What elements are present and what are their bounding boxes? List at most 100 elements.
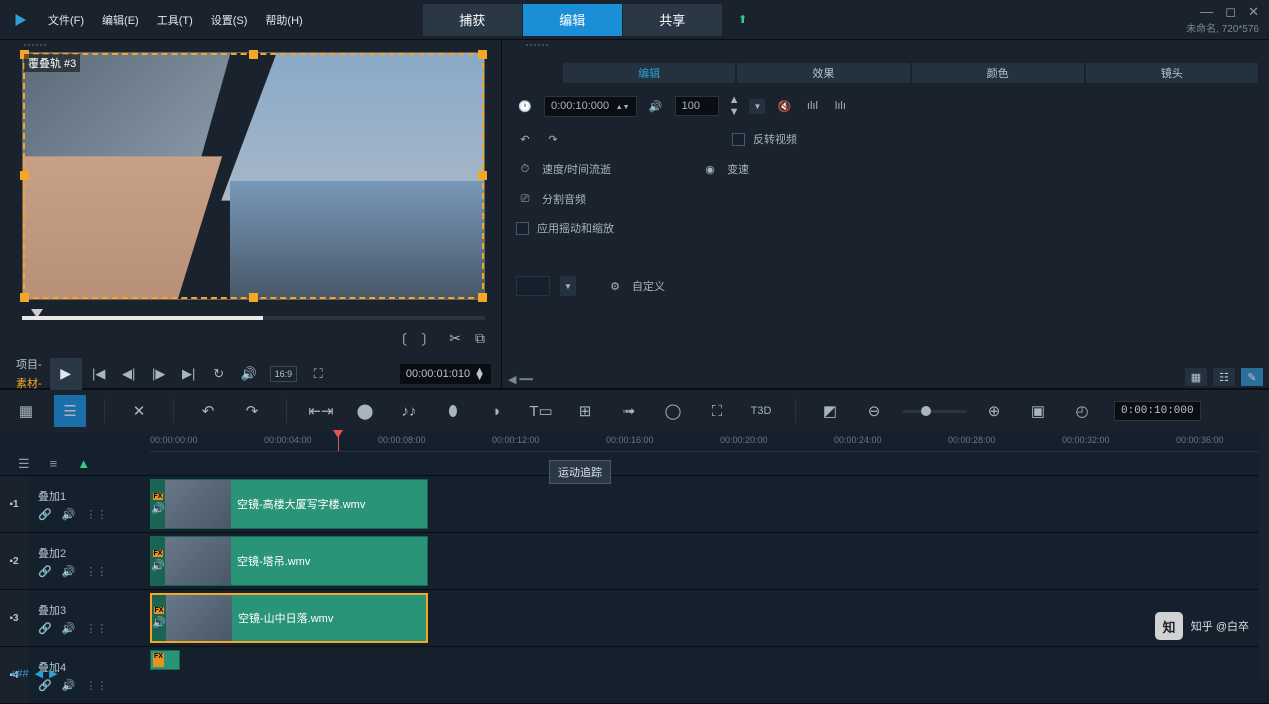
color-swatch[interactable] xyxy=(516,276,550,296)
multicam-icon[interactable]: ⛶ xyxy=(701,395,733,427)
track-link-icon[interactable]: 🔗 xyxy=(38,679,52,692)
footer-columns-icon[interactable]: ☷ xyxy=(1213,368,1235,386)
tab-effect[interactable]: 效果 xyxy=(736,62,910,84)
track-lock-icon[interactable]: ⋮⋮ xyxy=(85,679,107,692)
scrub-bar[interactable] xyxy=(22,310,485,324)
trim-icon[interactable]: ⇤⇥ xyxy=(305,395,337,427)
prev-frame-button[interactable]: ◀| xyxy=(116,361,142,387)
track-mute-icon[interactable]: 🔊 xyxy=(62,508,76,521)
project-label[interactable]: 项目- xyxy=(16,356,42,372)
cut-icon[interactable]: ✂ xyxy=(449,330,461,350)
track-lane[interactable]: FX xyxy=(150,647,1269,703)
tab-edit[interactable]: 编辑 xyxy=(562,62,736,84)
mask-icon[interactable]: ◩ xyxy=(814,395,846,427)
pan-zoom-checkbox[interactable]: 应用摇动和缩放 xyxy=(516,220,614,236)
clip[interactable]: FX🔊 空镜-塔吊.wmv xyxy=(150,536,428,586)
track-link-icon[interactable]: 🔗 xyxy=(38,622,52,635)
resize-handle[interactable] xyxy=(478,293,487,302)
mode-share[interactable]: 共享 xyxy=(623,4,723,36)
scroll-right-icon[interactable]: ▶ xyxy=(49,667,57,680)
fade-out-icon[interactable]: lılı xyxy=(831,97,849,115)
resize-handle[interactable] xyxy=(249,293,258,302)
footer-tile-icon[interactable]: ▦ xyxy=(1185,368,1207,386)
h-scroll-indicator[interactable]: ◀ ━━ xyxy=(508,373,533,386)
volume-input[interactable]: 100 xyxy=(675,96,719,116)
vol-up[interactable]: ▲ xyxy=(729,94,740,106)
clip[interactable]: FX🔊 空镜-山中日落.wmv xyxy=(150,593,428,643)
duration-input[interactable]: 0:00:10:000 ▲▼ xyxy=(544,96,637,117)
clock-icon[interactable]: ◴ xyxy=(1066,395,1098,427)
clip-label[interactable]: 素材- xyxy=(16,375,42,391)
3d-text-icon[interactable]: T3D xyxy=(745,395,777,427)
track-lane[interactable]: FX🔊 空镜-塔吊.wmv xyxy=(150,533,1269,589)
mark-in-icon[interactable]: 〔 xyxy=(393,330,407,350)
grid-icon[interactable]: ⊞ xyxy=(569,395,601,427)
track-mute-icon[interactable]: 🔊 xyxy=(62,622,76,635)
marker-icon[interactable]: ⬮ xyxy=(437,395,469,427)
reverse-video-checkbox[interactable]: 反转视频 xyxy=(732,131,797,147)
track-number[interactable]: ▪3 xyxy=(0,590,28,646)
toolbar-timecode[interactable]: 0:00:10:000 xyxy=(1114,401,1201,421)
menu-help[interactable]: 帮助(H) xyxy=(265,12,302,28)
snapshot-icon[interactable]: ⧉ xyxy=(475,330,485,350)
zoom-in-button[interactable]: ⊕ xyxy=(978,395,1010,427)
mode-capture[interactable]: 捕获 xyxy=(423,4,523,36)
track-number[interactable]: ▪1 xyxy=(0,476,28,532)
menu-tools[interactable]: 工具(T) xyxy=(157,12,193,28)
tab-lens[interactable]: 镜头 xyxy=(1085,62,1259,84)
rotate-right-icon[interactable]: ↷ xyxy=(544,130,562,148)
track-mute-icon[interactable]: 🔊 xyxy=(62,679,76,692)
volume-button[interactable]: 🔊 xyxy=(236,361,262,387)
storyboard-view-button[interactable]: ▦ xyxy=(10,395,42,427)
resize-handle[interactable] xyxy=(478,171,487,180)
scroll-left-icon[interactable]: ◀ xyxy=(35,667,43,680)
mute-icon[interactable]: 🔇 xyxy=(775,97,793,115)
mark-out-P[interactable]: 〕 xyxy=(421,330,435,350)
split-audio-option[interactable]: ⎚分割音频 xyxy=(516,190,586,208)
loop-button[interactable]: ↻ xyxy=(206,361,232,387)
aspect-ratio[interactable]: 16:9 xyxy=(270,366,298,382)
resize-handle[interactable] xyxy=(20,293,29,302)
minimize-button[interactable]: — xyxy=(1200,4,1213,20)
upload-icon[interactable]: ⬆ xyxy=(723,13,763,26)
preview-timecode[interactable]: 00:00:01:010 ▲▼ xyxy=(400,364,491,384)
playhead[interactable] xyxy=(338,432,339,451)
add-track-button[interactable]: +## xyxy=(10,668,29,680)
track-enable-icon[interactable]: ▲ xyxy=(77,456,90,471)
selection-box[interactable] xyxy=(23,53,484,299)
track-lane[interactable]: FX🔊 空镜-山中日落.wmv xyxy=(150,590,1269,646)
preview-canvas[interactable] xyxy=(22,52,485,300)
timeline-ruler[interactable]: 00:00:00:0000:00:04:0000:00:08:0000:00:1… xyxy=(150,432,1269,452)
menu-file[interactable]: 文件(F) xyxy=(48,12,84,28)
track-lane[interactable]: FX🔊 空镜-高楼大厦写字楼.wmv xyxy=(150,476,1269,532)
track-number[interactable]: ▪2 xyxy=(0,533,28,589)
undo-button[interactable]: ↶ xyxy=(192,395,224,427)
fade-in-icon[interactable]: ılıl xyxy=(803,97,821,115)
menu-edit[interactable]: 编辑(E) xyxy=(102,12,139,28)
track-mute-icon[interactable]: 🔊 xyxy=(62,565,76,578)
vol-dropdown[interactable]: ▼ xyxy=(749,99,765,114)
subtitle-icon[interactable]: T▭ xyxy=(525,395,557,427)
zoom-slider[interactable] xyxy=(902,410,966,413)
resize-handle[interactable] xyxy=(249,50,258,59)
tools-icon[interactable]: ✕ xyxy=(123,395,155,427)
maximize-button[interactable]: ◻ xyxy=(1225,4,1236,20)
zoom-out-button[interactable]: ⊖ xyxy=(858,395,890,427)
tab-color[interactable]: 颜色 xyxy=(911,62,1085,84)
tc-down[interactable]: ▼ xyxy=(474,374,485,380)
track-options-icon[interactable]: ☰ xyxy=(18,456,30,472)
clip[interactable]: FX xyxy=(150,650,180,670)
custom-option[interactable]: ⚙自定义 xyxy=(606,277,665,295)
audio-mixer-icon[interactable]: ♪♪ xyxy=(393,395,425,427)
drag-handle[interactable] xyxy=(0,40,501,50)
resize-handle[interactable] xyxy=(20,171,29,180)
motion-icon[interactable]: ➟ xyxy=(613,395,645,427)
mode-edit[interactable]: 编辑 xyxy=(523,4,623,36)
menu-settings[interactable]: 设置(S) xyxy=(211,12,248,28)
track-list-icon[interactable]: ≡ xyxy=(50,456,58,471)
morph-option[interactable]: ◉变速 xyxy=(701,160,749,178)
scrollbar[interactable] xyxy=(1259,40,1269,388)
track-lock-icon[interactable]: ⋮⋮ xyxy=(85,508,107,521)
track-link-icon[interactable]: 🔗 xyxy=(38,565,52,578)
timeline-scrollbar[interactable] xyxy=(1259,432,1269,682)
